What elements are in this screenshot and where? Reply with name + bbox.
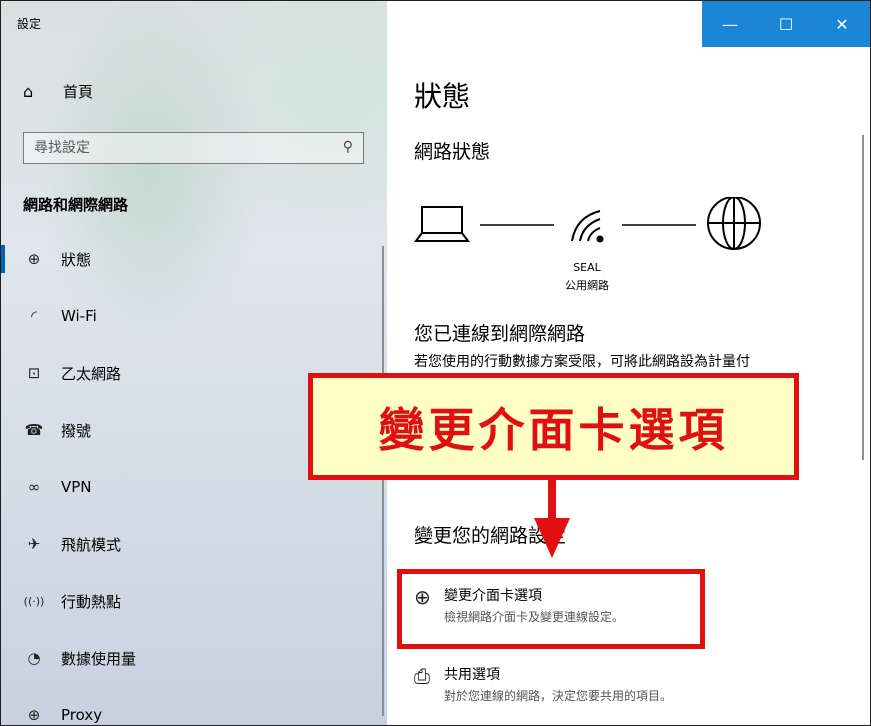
sharing-options[interactable]: ⎙ 共用選項 對於您連線的網路，決定您要共用的項目。 bbox=[414, 664, 672, 704]
sidebar-scrollbar[interactable] bbox=[382, 246, 384, 716]
network-diagram: SEAL 公用網路 bbox=[414, 196, 774, 307]
callout-text: 變更介面卡選項 bbox=[378, 402, 729, 457]
sidebar-item-label: 狀態 bbox=[61, 250, 92, 269]
sidebar-item-data-usage[interactable]: ◔ 數據使用量 bbox=[1, 636, 387, 680]
annotation-callout: 變更介面卡選項 bbox=[308, 373, 799, 480]
sidebar-item-airplane[interactable]: ✈ 飛航模式 bbox=[1, 522, 387, 566]
connected-description: 若您使用的行動數據方案受限，可將此網路設為計量付 bbox=[414, 354, 750, 370]
laptop-icon bbox=[414, 206, 470, 242]
sidebar-item-label: 乙太網路 bbox=[61, 364, 122, 383]
close-button[interactable]: ✕ bbox=[814, 1, 870, 47]
sidebar: 設定 ⌂ 首頁 ⚲ 網路和網際網路 ⊕ 狀態 ◜ Wi-Fi ⊡ 乙太網路 ☎ … bbox=[1, 1, 387, 725]
wifi-icon: ◜ bbox=[31, 307, 37, 325]
network-diagram-graphic bbox=[414, 196, 761, 250]
airplane-icon: ✈ bbox=[27, 535, 41, 553]
sidebar-item-status[interactable]: ⊕ 狀態 bbox=[1, 237, 387, 281]
sidebar-item-wifi[interactable]: ◜ Wi-Fi bbox=[1, 294, 387, 338]
home-link[interactable]: ⌂ 首頁 bbox=[23, 81, 93, 102]
annotation-arrow-head bbox=[534, 518, 570, 558]
settings-window: 設定 ⌂ 首頁 ⚲ 網路和網際網路 ⊕ 狀態 ◜ Wi-Fi ⊡ 乙太網路 ☎ … bbox=[0, 0, 871, 726]
search-box[interactable]: ⚲ bbox=[23, 132, 364, 164]
annotation-highlight-box bbox=[397, 569, 705, 649]
main-scrollbar[interactable] bbox=[862, 135, 864, 460]
vpn-icon: ∞ bbox=[27, 478, 41, 496]
window-title: 設定 bbox=[17, 17, 42, 31]
sidebar-item-label: Wi-Fi bbox=[61, 307, 97, 325]
network-type: 公用網路 bbox=[565, 279, 609, 292]
wifi-signal-icon bbox=[571, 210, 604, 243]
sidebar-item-hotspot[interactable]: ((·)) 行動熱點 bbox=[1, 579, 387, 623]
network-status-heading: 網路狀態 bbox=[414, 141, 491, 163]
sidebar-item-label: 撥號 bbox=[61, 421, 92, 440]
annotation-arrow-shaft bbox=[548, 480, 556, 520]
internet-globe-icon bbox=[707, 196, 761, 250]
dialup-icon: ☎ bbox=[24, 421, 44, 439]
sidebar-item-label: Proxy bbox=[61, 706, 103, 724]
option-description: 對於您連線的網路，決定您要共用的項目。 bbox=[444, 689, 673, 703]
ethernet-icon: ⊡ bbox=[27, 364, 41, 382]
home-icon: ⌂ bbox=[23, 82, 34, 101]
option-title: 共用選項 bbox=[444, 667, 500, 683]
proxy-icon: ⊕ bbox=[27, 706, 41, 724]
page-title: 狀態 bbox=[414, 80, 471, 113]
sidebar-item-proxy[interactable]: ⊕ Proxy bbox=[1, 693, 387, 725]
search-icon[interactable]: ⚲ bbox=[343, 139, 353, 155]
search-input[interactable] bbox=[24, 133, 324, 163]
minimize-button[interactable]: — bbox=[702, 1, 758, 47]
section-heading: 網路和網際網路 bbox=[23, 196, 129, 214]
globe-icon: ⊕ bbox=[27, 250, 41, 268]
network-name: SEAL bbox=[573, 261, 601, 274]
sharing-icon: ⎙ bbox=[414, 664, 430, 688]
hotspot-icon: ((·)) bbox=[23, 594, 45, 608]
sidebar-item-label: VPN bbox=[61, 478, 92, 496]
sidebar-item-label: 飛航模式 bbox=[61, 535, 122, 554]
sidebar-item-label: 行動熱點 bbox=[61, 592, 122, 611]
data-usage-icon: ◔ bbox=[27, 649, 41, 667]
window-controls: — ☐ ✕ bbox=[702, 1, 870, 47]
maximize-button[interactable]: ☐ bbox=[758, 1, 814, 47]
sidebar-item-label: 數據使用量 bbox=[61, 649, 137, 668]
connected-title: 您已連線到網際網路 bbox=[414, 323, 586, 345]
home-label: 首頁 bbox=[63, 83, 94, 101]
